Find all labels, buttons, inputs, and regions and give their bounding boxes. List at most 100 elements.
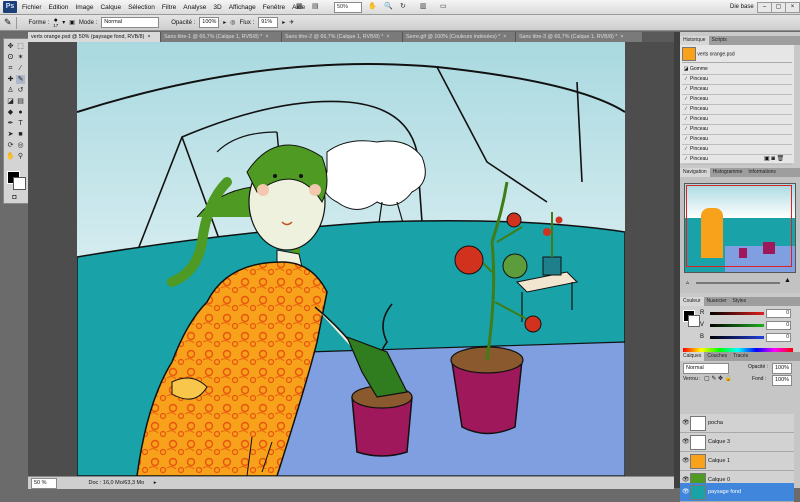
crop-tool-icon[interactable]: ⌗: [6, 64, 15, 73]
gradient-tool-icon[interactable]: ▤: [16, 97, 25, 106]
tab-styles[interactable]: Styles: [730, 297, 750, 306]
bridge-icon[interactable]: ▦: [296, 2, 303, 12]
healing-tool-icon[interactable]: ✚: [6, 75, 15, 84]
blur-tool-icon[interactable]: ◆: [6, 108, 15, 117]
menu-3d[interactable]: 3D: [213, 4, 221, 11]
zoom-in-icon[interactable]: ▲: [784, 277, 791, 284]
screen-mode-icon[interactable]: ▭: [440, 2, 447, 12]
close-tab-icon[interactable]: ×: [265, 34, 268, 40]
blue-slider[interactable]: [710, 336, 764, 339]
history-brush-tool-icon[interactable]: ↺: [16, 86, 25, 95]
path-selection-tool-icon[interactable]: ➤: [6, 130, 15, 139]
dodge-tool-icon[interactable]: ●: [16, 108, 25, 117]
move-tool-icon[interactable]: ✥: [6, 42, 15, 51]
3d-rotate-tool-icon[interactable]: ⟳: [6, 141, 15, 150]
close-tab-icon[interactable]: ×: [503, 34, 506, 40]
trash-icon[interactable]: 🗑: [777, 156, 785, 162]
tab-couches[interactable]: Couches: [704, 352, 730, 361]
hand-tool-icon[interactable]: ✋: [368, 2, 377, 12]
magic-wand-tool-icon[interactable]: ✶: [16, 53, 25, 62]
arrange-docs-icon[interactable]: ▥: [420, 2, 427, 12]
mini-bridge-icon[interactable]: ▤: [312, 2, 319, 12]
type-tool-icon[interactable]: T: [16, 119, 25, 128]
clone-stamp-tool-icon[interactable]: ♙: [6, 86, 15, 95]
green-value[interactable]: 0: [766, 321, 791, 330]
lock-icons[interactable]: ▢ ✎ ✥ 🔒: [704, 375, 732, 382]
zoom-field[interactable]: 50 %: [31, 478, 57, 489]
eye-icon[interactable]: 👁: [682, 438, 690, 445]
tab-calques[interactable]: Calques: [680, 352, 705, 361]
tab-verts-orange[interactable]: verts orange.psd @ 50% (paysage fond, RV…: [28, 32, 161, 42]
zoom-tool-icon[interactable]: ⚲: [16, 152, 25, 161]
history-item[interactable]: ∕ Pinceau: [682, 125, 792, 135]
image-canvas[interactable]: [77, 42, 625, 476]
close-tab-icon[interactable]: ×: [386, 34, 389, 40]
lasso-tool-icon[interactable]: ʘ: [6, 53, 15, 62]
red-value[interactable]: 0: [766, 309, 791, 318]
camera-icon[interactable]: ◙: [771, 156, 775, 162]
menu-selection[interactable]: Sélection: [128, 4, 155, 11]
navigator-zoom-slider[interactable]: [696, 282, 780, 284]
tab-sans-titre-2[interactable]: Sans titre-2 @ 66,7% (Calque 1, RVB/8) *…: [282, 32, 403, 42]
navigator-view-box[interactable]: [686, 185, 792, 267]
close-tab-icon[interactable]: ×: [147, 34, 150, 40]
opacite-field[interactable]: 100%: [199, 17, 220, 28]
menu-affichage[interactable]: Affichage: [229, 4, 256, 11]
menu-calque[interactable]: Calque: [100, 4, 121, 11]
history-item[interactable]: ◪ Gomme: [682, 65, 792, 75]
chevron-down-icon[interactable]: ▾: [62, 19, 65, 26]
tab-couleur[interactable]: Couleur: [680, 297, 704, 306]
zoom-level-menu[interactable]: 50%: [334, 2, 362, 13]
tab-serre-gif[interactable]: Serre.gif @ 100% (Couleurs indexées) * ×: [403, 32, 516, 42]
layer-row-selected[interactable]: 👁 paysage fond: [680, 483, 794, 502]
tab-traces[interactable]: Tracés: [730, 352, 751, 361]
layer-row[interactable]: 👁 Calque 3: [680, 433, 794, 452]
pen-tool-icon[interactable]: ✒: [6, 119, 15, 128]
menu-edition[interactable]: Edition: [49, 4, 69, 11]
menu-fenetre[interactable]: Fenêtre: [263, 4, 285, 11]
minimize-icon[interactable]: –: [757, 2, 772, 13]
history-item[interactable]: ∕ Pinceau: [682, 115, 792, 125]
background-color-swatch[interactable]: [13, 177, 26, 190]
history-item[interactable]: ∕ Pinceau: [682, 145, 792, 155]
3d-orbit-tool-icon[interactable]: ◎: [16, 141, 25, 150]
tab-informations[interactable]: Informations: [745, 168, 779, 177]
close-tab-icon[interactable]: ×: [620, 34, 623, 40]
tab-sans-titre-3[interactable]: Sans titre-3 @ 66,7% (Calque 1, RVB/8) *…: [516, 32, 643, 42]
blend-mode-select[interactable]: Normal: [683, 363, 729, 374]
menu-filtre[interactable]: Filtre: [162, 4, 176, 11]
fill-field[interactable]: 100%: [772, 375, 792, 386]
pressure-opacity-icon[interactable]: ◎: [230, 19, 235, 26]
quick-mask-icon[interactable]: ◘: [10, 193, 19, 202]
green-slider[interactable]: [710, 324, 764, 327]
tab-navigation[interactable]: Navigation: [680, 168, 710, 177]
history-item[interactable]: ∕ Pinceau: [682, 85, 792, 95]
hand-tool-icon[interactable]: ✋: [6, 152, 15, 161]
blue-value[interactable]: 0: [766, 333, 791, 342]
eye-icon[interactable]: 👁: [682, 476, 690, 483]
mode-select[interactable]: Normal: [101, 17, 160, 28]
eraser-tool-icon[interactable]: ◪: [6, 97, 15, 106]
zoom-out-icon[interactable]: ▵: [686, 279, 689, 286]
rotate-view-icon[interactable]: ↻: [400, 2, 406, 12]
menu-image[interactable]: Image: [75, 4, 93, 11]
eye-icon[interactable]: 👁: [682, 419, 690, 426]
layer-opacity-field[interactable]: 100%: [772, 363, 792, 374]
maximize-icon[interactable]: ▢: [771, 2, 786, 13]
chevron-down-icon[interactable]: ▸: [282, 19, 285, 26]
brush-tool-icon[interactable]: ✎: [4, 17, 12, 28]
close-icon[interactable]: ×: [785, 2, 800, 13]
history-snapshot[interactable]: verts orange.psd: [682, 47, 792, 63]
tab-nuancier[interactable]: Nuancier: [704, 297, 730, 306]
chevron-down-icon[interactable]: ▸: [223, 19, 226, 26]
menu-analyse[interactable]: Analyse: [183, 4, 206, 11]
tab-scripts[interactable]: Scripts: [709, 36, 730, 45]
workspace-switcher[interactable]: Die base: [730, 2, 754, 12]
chevron-right-icon[interactable]: ▸: [154, 480, 157, 486]
shape-tool-icon[interactable]: ■: [16, 130, 25, 139]
history-item[interactable]: ∕ Pinceau: [682, 105, 792, 115]
eye-icon[interactable]: 👁: [682, 457, 690, 464]
zoom-tool-icon[interactable]: 🔍: [384, 2, 393, 12]
tab-historique[interactable]: Historique: [680, 36, 709, 45]
background-color-swatch[interactable]: [688, 315, 700, 327]
